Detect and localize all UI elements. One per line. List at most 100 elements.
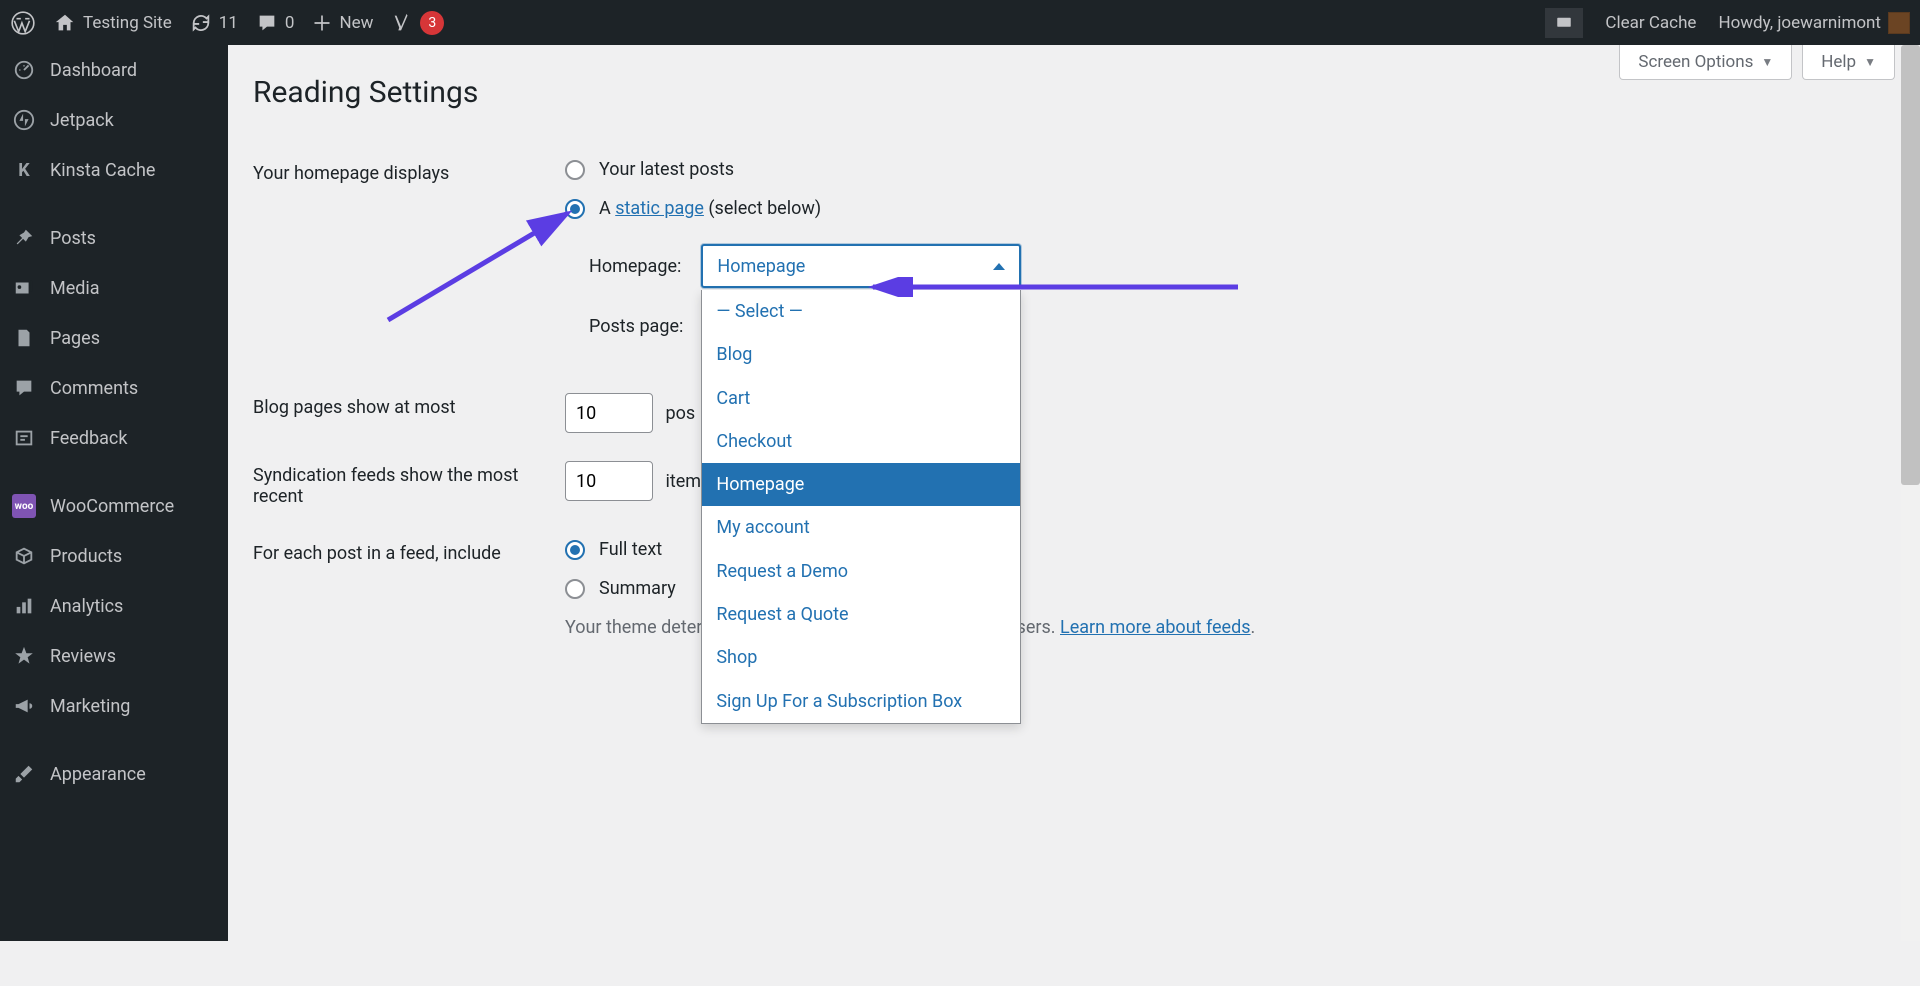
feedback-icon (12, 426, 36, 450)
dropdown-option-select[interactable]: — Select — (702, 290, 1020, 333)
comments-link[interactable]: 0 (256, 12, 295, 34)
sidebar-item-label: Marketing (50, 696, 130, 717)
comment-icon (256, 12, 278, 34)
site-name: Testing Site (83, 13, 172, 33)
posts-page-sub-label: Posts page: (589, 316, 693, 337)
sidebar-item-comments[interactable]: Comments (0, 363, 228, 413)
latest-posts-radio[interactable] (565, 160, 585, 180)
sidebar-item-label: Pages (50, 328, 100, 349)
dropdown-option-demo[interactable]: Request a Demo (702, 550, 1020, 593)
admin-bar-right: Clear Cache Howdy, joewarnimont (1545, 8, 1910, 38)
dropdown-option-myaccount[interactable]: My account (702, 506, 1020, 549)
new-link[interactable]: New (312, 13, 373, 33)
sidebar-spacer (0, 731, 228, 749)
dropdown-option-checkout[interactable]: Checkout (702, 420, 1020, 463)
static-page-radio[interactable] (565, 199, 585, 219)
clear-cache-link[interactable]: Clear Cache (1605, 13, 1696, 33)
sidebar-item-kinsta[interactable]: K Kinsta Cache (0, 145, 228, 195)
sidebar-item-label: Jetpack (50, 110, 114, 131)
home-icon (54, 12, 76, 34)
dropdown-option-blog[interactable]: Blog (702, 333, 1020, 376)
full-text-radio[interactable] (565, 540, 585, 560)
sidebar-item-dashboard[interactable]: Dashboard (0, 45, 228, 95)
sidebar-item-feedback[interactable]: Feedback (0, 413, 228, 463)
blog-pages-suffix: pos (665, 403, 695, 424)
homepage-select[interactable]: Homepage (701, 244, 1021, 288)
kinsta-icon: K (12, 158, 36, 182)
comments-count: 0 (285, 13, 295, 33)
sidebar-item-products[interactable]: Products (0, 531, 228, 581)
sidebar-item-posts[interactable]: Posts (0, 213, 228, 263)
pushpin-icon (12, 226, 36, 250)
sidebar-item-appearance[interactable]: Appearance (0, 749, 228, 799)
square-icon-button[interactable] (1545, 8, 1583, 38)
howdy-text: Howdy, joewarnimont (1718, 13, 1881, 33)
blog-pages-label: Blog pages show at most (253, 379, 553, 447)
admin-sidebar: Dashboard Jetpack K Kinsta Cache Posts M… (0, 45, 228, 941)
wordpress-logo-icon (10, 10, 36, 36)
woocommerce-icon: woo (12, 494, 36, 518)
screen-icon (1555, 14, 1573, 32)
homepage-displays-label: Your homepage displays (253, 145, 553, 379)
wp-logo-link[interactable] (10, 10, 36, 36)
site-link[interactable]: Testing Site (54, 12, 172, 34)
summary-radio[interactable] (565, 579, 585, 599)
dropdown-option-subscription[interactable]: Sign Up For a Subscription Box (702, 680, 1020, 723)
screen-options-button[interactable]: Screen Options (1619, 45, 1792, 80)
sidebar-item-marketing[interactable]: Marketing (0, 681, 228, 731)
sidebar-item-media[interactable]: Media (0, 263, 228, 313)
avatar (1888, 12, 1910, 34)
updates-link[interactable]: 11 (190, 12, 238, 34)
yoast-link[interactable]: 3 (391, 11, 444, 35)
help-button[interactable]: Help (1802, 45, 1895, 80)
dropdown-option-cart[interactable]: Cart (702, 377, 1020, 420)
products-icon (12, 544, 36, 568)
media-icon (12, 276, 36, 300)
plus-icon (312, 13, 332, 33)
sidebar-item-woocommerce[interactable]: woo WooCommerce (0, 481, 228, 531)
static-page-link[interactable]: static page (615, 198, 704, 219)
sidebar-item-label: Media (50, 278, 100, 299)
main-content: Screen Options Help Reading Settings You… (228, 45, 1920, 667)
sidebar-item-pages[interactable]: Pages (0, 313, 228, 363)
sidebar-item-label: Analytics (50, 596, 123, 617)
dropdown-option-homepage[interactable]: Homepage (702, 463, 1020, 506)
brush-icon (12, 762, 36, 786)
blog-pages-input[interactable] (565, 393, 653, 433)
megaphone-icon (12, 694, 36, 718)
sidebar-item-label: Products (50, 546, 122, 567)
admin-bar-left: Testing Site 11 0 New 3 (10, 10, 444, 36)
full-text-label: Full text (599, 539, 662, 560)
analytics-icon (12, 594, 36, 618)
account-link[interactable]: Howdy, joewarnimont (1718, 12, 1910, 34)
homepage-select-wrapper: Homepage — Select — Blog Cart Checkout H… (701, 244, 1021, 288)
summary-label: Summary (599, 578, 676, 599)
learn-more-feeds-link[interactable]: Learn more about feeds (1060, 617, 1251, 638)
sidebar-item-label: Feedback (50, 428, 127, 449)
static-page-option[interactable]: A static page (select below) (565, 198, 1883, 219)
sidebar-item-label: Posts (50, 228, 96, 249)
static-page-label: A static page (select below) (599, 198, 821, 219)
yoast-icon (391, 12, 413, 34)
scrollbar-track[interactable] (1901, 45, 1920, 941)
syndication-input[interactable] (565, 461, 653, 501)
homepage-sub-label: Homepage: (589, 256, 691, 277)
sidebar-item-label: Kinsta Cache (50, 160, 155, 181)
homepage-dropdown: — Select — Blog Cart Checkout Homepage M… (701, 290, 1021, 724)
dropdown-option-quote[interactable]: Request a Quote (702, 593, 1020, 636)
sidebar-item-jetpack[interactable]: Jetpack (0, 95, 228, 145)
sidebar-item-reviews[interactable]: Reviews (0, 631, 228, 681)
dropdown-option-shop[interactable]: Shop (702, 636, 1020, 679)
admin-bar: Testing Site 11 0 New 3 Clear Cache Howd… (0, 0, 1920, 45)
screen-meta-tabs: Screen Options Help (1619, 45, 1895, 80)
latest-posts-option[interactable]: Your latest posts (565, 159, 1883, 180)
sidebar-item-label: Dashboard (50, 60, 137, 81)
screen-options-label: Screen Options (1638, 52, 1753, 72)
clear-cache-label: Clear Cache (1605, 13, 1696, 33)
page-title: Reading Settings (253, 75, 1895, 110)
sidebar-item-label: Appearance (50, 764, 146, 785)
sidebar-item-analytics[interactable]: Analytics (0, 581, 228, 631)
scrollbar-thumb[interactable] (1901, 45, 1920, 485)
updates-count: 11 (219, 13, 238, 33)
help-label: Help (1821, 52, 1856, 72)
